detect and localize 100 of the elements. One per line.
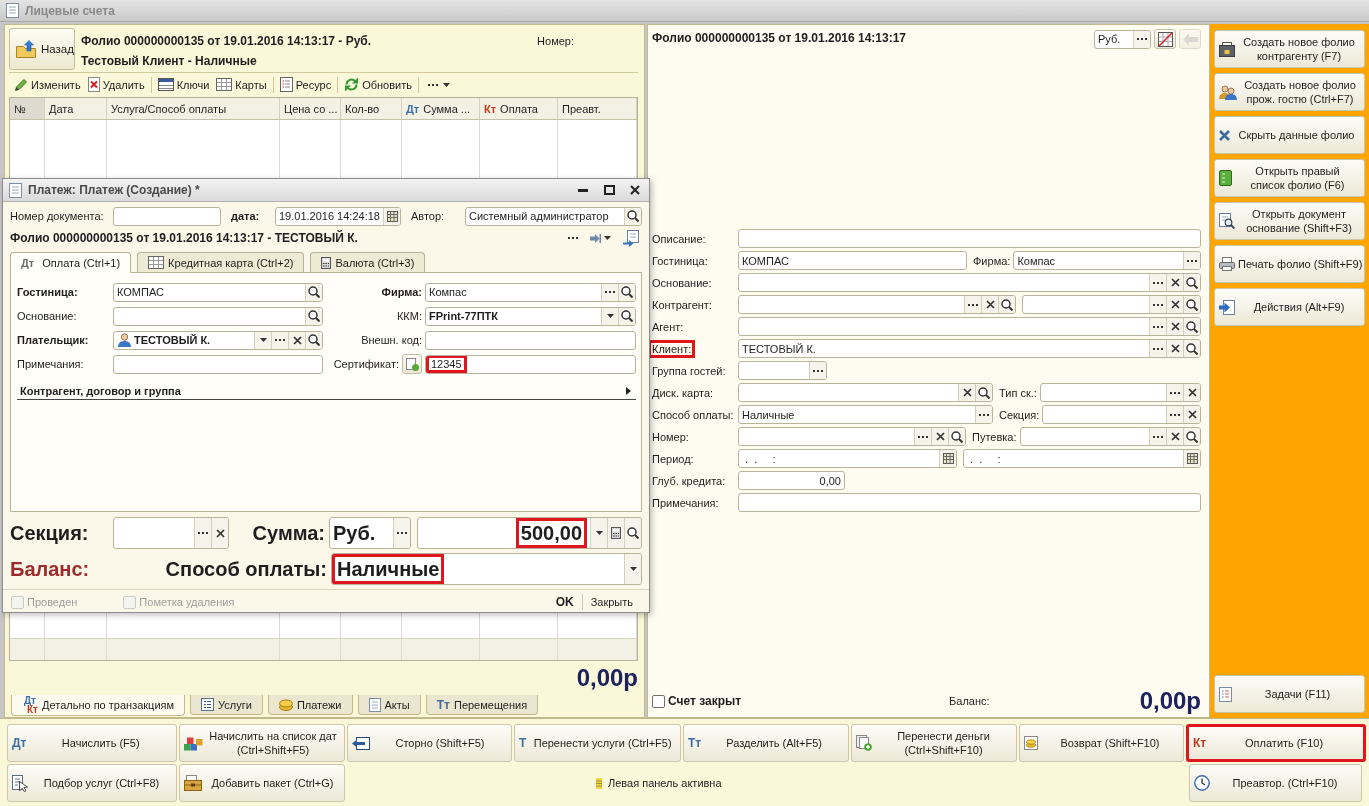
clear-button[interactable]	[1166, 318, 1183, 335]
choose-button[interactable]	[393, 518, 410, 548]
input-field[interactable]	[738, 383, 993, 402]
currency-field[interactable]: Руб.	[329, 517, 411, 549]
command-button[interactable]: Дт Начислить (F5)	[7, 724, 177, 762]
choose-button[interactable]	[194, 518, 211, 548]
date-field[interactable]: . . :	[738, 449, 957, 468]
search-button[interactable]	[1183, 340, 1200, 357]
column-header[interactable]: Услуга/Способ оплаты	[107, 98, 280, 119]
clear-button[interactable]	[981, 296, 998, 313]
input-field[interactable]: Компас	[425, 282, 636, 302]
tasks-button[interactable]: Задачи (F11)	[1214, 675, 1365, 713]
dropdown-button[interactable]	[254, 331, 271, 349]
calendar-button[interactable]	[939, 450, 956, 467]
tab[interactable]: Кредитная карта (Ctrl+2)	[137, 252, 305, 272]
search-button[interactable]	[618, 283, 635, 301]
clear-button[interactable]	[1183, 406, 1200, 423]
dialog-button[interactable]: Закрыть	[582, 596, 641, 608]
input-field[interactable]: ТЕСТОВЫЙ К.	[113, 330, 323, 350]
document-arrow-button[interactable]	[620, 229, 642, 247]
date-field[interactable]: 19.01.2016 14:24:18	[275, 206, 401, 226]
tab[interactable]: Дт Оплата (Ctrl+1)	[10, 252, 132, 273]
action-button[interactable]: Открыть документ основание (Shift+F3)	[1214, 202, 1365, 240]
action-button[interactable]: Создать новое фолио прож. гостю (Ctrl+F7)	[1214, 73, 1365, 111]
column-header[interactable]: Дата	[45, 98, 107, 119]
input-field[interactable]	[1039, 383, 1201, 402]
command-button[interactable]: Перенести деньги (Ctrl+Shift+F10)	[851, 724, 1017, 762]
input-field[interactable]	[738, 361, 827, 380]
clear-button[interactable]	[931, 428, 948, 445]
amount-field[interactable]: 500,00	[417, 517, 642, 549]
search-button[interactable]	[1183, 428, 1200, 445]
input-field[interactable]	[1022, 295, 1201, 314]
back-button[interactable]: Назад	[9, 28, 75, 70]
choose-button[interactable]	[1133, 30, 1150, 48]
input-field[interactable]	[738, 317, 1201, 336]
toolbar-button[interactable]: Ключи	[154, 74, 213, 95]
certificate-button[interactable]	[402, 354, 422, 374]
choose-button[interactable]	[1149, 340, 1166, 357]
action-button[interactable]: Открыть правый список фолио (F6)	[1214, 159, 1365, 197]
choose-button[interactable]	[1166, 406, 1183, 423]
choose-button[interactable]	[601, 283, 618, 301]
search-button[interactable]	[624, 518, 641, 548]
search-button[interactable]	[305, 307, 322, 325]
choose-button[interactable]	[1149, 296, 1166, 313]
dropdown-button[interactable]	[624, 554, 641, 584]
command-button[interactable]: Тт Разделить (Alt+F5)	[683, 724, 849, 762]
payment-method-field[interactable]: Наличные	[331, 553, 642, 585]
search-button[interactable]	[1183, 274, 1200, 291]
calculator-button[interactable]	[607, 518, 624, 548]
toolbar-button[interactable]: Изменить	[11, 74, 84, 95]
search-button[interactable]	[998, 296, 1015, 313]
column-header[interactable]: Кол-во	[341, 98, 402, 119]
search-button[interactable]	[618, 307, 635, 325]
input-field[interactable]	[738, 493, 1201, 512]
column-header[interactable]: Дт Сумма ...	[402, 98, 480, 119]
search-button[interactable]	[1183, 318, 1200, 335]
tab[interactable]: Тт Перемещения	[425, 695, 539, 715]
tool-button[interactable]	[1154, 29, 1176, 49]
input-field[interactable]: 0,00	[738, 471, 845, 490]
clear-button[interactable]	[211, 518, 228, 548]
input-field[interactable]: КОМПАС	[738, 251, 967, 270]
search-button[interactable]	[948, 428, 965, 445]
group-header[interactable]: Контрагент, договор и группа	[17, 382, 636, 400]
choose-button[interactable]	[271, 331, 288, 349]
choose-button[interactable]	[1149, 274, 1166, 291]
search-button[interactable]	[1183, 296, 1200, 313]
input-field[interactable]	[738, 427, 966, 446]
command-button[interactable]: Т Перенести услуги (Ctrl+F5)	[514, 724, 681, 762]
input-field[interactable]: Компас	[1013, 251, 1201, 270]
input-field[interactable]	[113, 306, 323, 326]
calendar-button[interactable]	[383, 207, 400, 225]
input-field[interactable]	[425, 330, 636, 350]
command-button[interactable]: Начислить на список дат (Ctrl+Shift+F5)	[179, 724, 345, 762]
choose-button[interactable]	[914, 428, 931, 445]
input-field[interactable]	[113, 517, 229, 549]
clear-button[interactable]	[958, 384, 975, 401]
toolbar-button[interactable]: Ресурс	[276, 74, 335, 95]
clear-button[interactable]	[1166, 296, 1183, 313]
input-field[interactable]: Наличные	[738, 405, 993, 424]
input-field[interactable]: ТЕСТОВЫЙ К.	[738, 339, 1201, 358]
choose-button[interactable]	[975, 406, 992, 423]
action-button[interactable]: Действия (Alt+F9)	[1214, 288, 1365, 326]
input-field[interactable]: FPrint-77ПТК	[425, 306, 636, 326]
input-field[interactable]	[738, 229, 1201, 248]
tab[interactable]: Валюта (Ctrl+3)	[310, 252, 426, 272]
command-button[interactable]: Возврат (Shift+F10)	[1019, 724, 1184, 762]
choose-button[interactable]	[1166, 384, 1183, 401]
input-field[interactable]: 12345	[425, 354, 636, 374]
choose-button[interactable]	[1149, 428, 1166, 445]
command-button[interactable]: Преавтор. (Ctrl+F10)	[1189, 764, 1362, 802]
clear-button[interactable]	[1166, 274, 1183, 291]
tab[interactable]: Акты	[357, 695, 421, 715]
column-header[interactable]: Преавт.	[558, 98, 637, 119]
clear-button[interactable]	[1166, 428, 1183, 445]
calendar-button[interactable]	[1183, 450, 1200, 467]
input-field[interactable]	[1042, 405, 1201, 424]
command-button[interactable]: Кт Оплатить (F10)	[1186, 724, 1366, 762]
clear-button[interactable]	[1183, 384, 1200, 401]
currency-field[interactable]: Руб.	[1094, 29, 1151, 49]
tab[interactable]: Платежи	[267, 695, 353, 715]
